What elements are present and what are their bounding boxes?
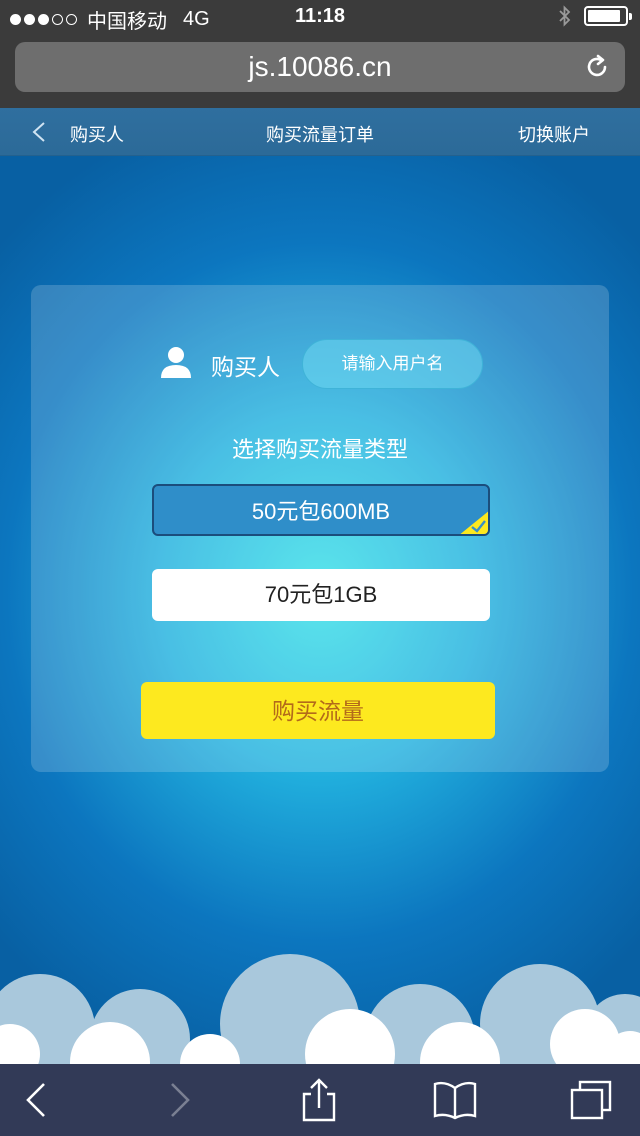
tabs-icon[interactable]: [568, 1078, 614, 1122]
order-card: 购买人 选择购买流量类型 50元包600MB 70元包1GB 购买流量: [31, 285, 609, 772]
clouds-decoration: [0, 954, 640, 1064]
share-icon[interactable]: [296, 1078, 342, 1122]
battery-level: [588, 10, 621, 22]
forward-icon[interactable]: [156, 1078, 202, 1122]
switch-account-button[interactable]: 切换账户: [518, 121, 590, 147]
status-right: [558, 5, 632, 27]
user-icon: [161, 347, 191, 378]
package-label: 50元包600MB: [251, 499, 391, 524]
nav-header: 购买人 购买流量订单 切换账户: [0, 108, 640, 156]
back-icon[interactable]: [14, 1078, 60, 1122]
reload-icon[interactable]: [583, 53, 611, 81]
username-input[interactable]: [302, 339, 483, 389]
buyer-label: 购买人: [211, 355, 280, 381]
address-bar[interactable]: js.10086.cn: [15, 42, 625, 92]
browser-chrome: js.10086.cn: [0, 34, 640, 108]
bluetooth-icon: [559, 5, 571, 27]
battery-icon: [584, 6, 632, 26]
buy-data-button[interactable]: 购买流量: [141, 682, 495, 739]
status-time: 11:18: [294, 5, 346, 27]
package-label: 70元包1GB: [264, 582, 378, 607]
status-bar: 中国移动 4G 11:18: [0, 0, 640, 34]
section-title: 选择购买流量类型: [231, 438, 408, 463]
main-content: 购买人 选择购买流量类型 50元包600MB 70元包1GB 购买流量: [0, 156, 640, 1064]
buyer-row: 购买人: [31, 337, 609, 389]
package-option-50[interactable]: 50元包600MB: [152, 484, 490, 536]
package-option-70[interactable]: 70元包1GB: [152, 569, 490, 621]
url-text: js.10086.cn: [248, 51, 392, 82]
browser-toolbar: [0, 1064, 640, 1136]
checkmark-icon: [460, 511, 488, 534]
bookmarks-icon[interactable]: [432, 1078, 478, 1122]
